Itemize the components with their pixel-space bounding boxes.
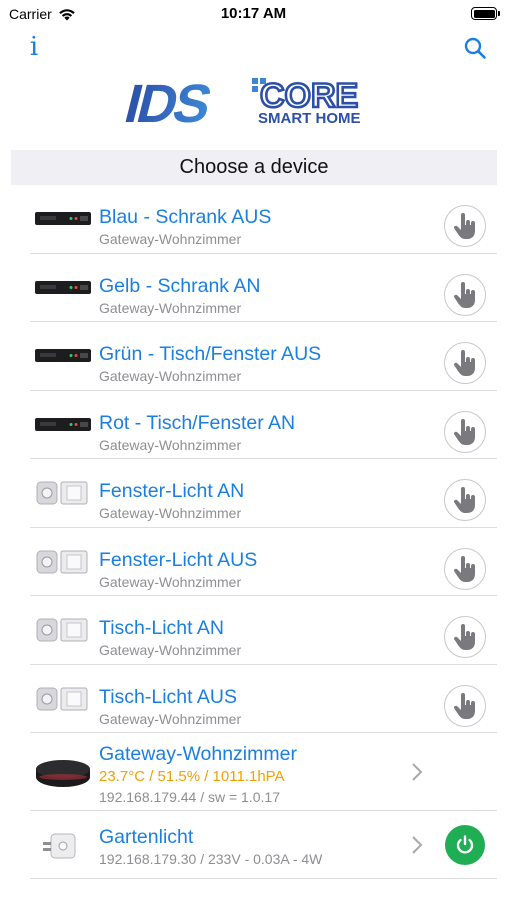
list-item[interactable]: Rot - Tisch/Fenster AN Gateway-Wohnzimme… bbox=[0, 391, 507, 459]
hand-tap-icon bbox=[453, 350, 475, 376]
device-title: Fenster-Licht AUS bbox=[99, 548, 258, 571]
trigger-button[interactable] bbox=[444, 616, 486, 658]
list-item[interactable]: Tisch-Licht AN Gateway-Wohnzimmer bbox=[0, 596, 507, 665]
gateway-hub-icon bbox=[36, 760, 90, 787]
hand-tap-icon bbox=[453, 624, 475, 650]
device-title: Blau - Schrank AUS bbox=[99, 206, 272, 228]
device-title: Fenster-Licht AN bbox=[99, 480, 245, 502]
plug-network: 192.168.179.30 / 233V - 0.03A - 4W bbox=[99, 851, 323, 867]
device-title: Tisch-Licht AN bbox=[99, 617, 224, 639]
socket-switch-icon bbox=[36, 687, 88, 710]
list-item[interactable]: Tisch-Licht AUS Gateway-Wohnzimmer bbox=[0, 665, 507, 733]
device-title: Gelb - Schrank AN bbox=[99, 274, 261, 297]
device-subtitle: Gateway-Wohnzimmer bbox=[99, 710, 242, 727]
power-toggle-button[interactable] bbox=[445, 825, 485, 865]
list-item[interactable]: Fenster-Licht AUS Gateway-Wohnzimmer bbox=[0, 528, 507, 596]
device-subtitle: Gateway-Wohnzimmer bbox=[99, 368, 242, 384]
svg-text:SMART HOME: SMART HOME bbox=[258, 110, 361, 127]
socket-switch-icon bbox=[36, 618, 88, 642]
gateway-climate: 23.7°C / 51.5% / 1011.1hPA bbox=[99, 768, 285, 785]
hand-tap-icon bbox=[453, 281, 475, 308]
trigger-button[interactable] bbox=[444, 273, 486, 316]
trigger-button[interactable] bbox=[444, 205, 486, 247]
chevron-right-icon bbox=[412, 763, 423, 781]
power-icon bbox=[456, 835, 474, 854]
trigger-button[interactable] bbox=[444, 684, 486, 727]
trigger-button[interactable] bbox=[444, 547, 486, 590]
battery-icon bbox=[471, 7, 500, 20]
list-item[interactable]: Blau - Schrank AUS Gateway-Wohnzimmer bbox=[0, 185, 507, 254]
device-subtitle: Gateway-Wohnzimmer bbox=[99, 299, 242, 316]
device-subtitle: Gateway-Wohnzimmer bbox=[99, 573, 242, 590]
ids-core-logo: IDS CORE SMART HOME bbox=[119, 74, 361, 132]
list-item[interactable]: Gelb - Schrank AN Gateway-Wohnzimmer bbox=[0, 254, 507, 322]
hand-tap-icon bbox=[453, 487, 475, 513]
trigger-button[interactable] bbox=[444, 479, 486, 521]
list-item[interactable]: Fenster-Licht AN Gateway-Wohnzimmer bbox=[0, 459, 507, 528]
remote-icon bbox=[35, 417, 91, 431]
status-bar: Carrier 10:17 AM bbox=[0, 0, 507, 28]
device-title: Rot - Tisch/Fenster AN bbox=[99, 411, 296, 434]
gateway-title: Gateway-Wohnzimmer bbox=[99, 743, 297, 765]
socket-switch-icon bbox=[36, 550, 88, 573]
remote-icon bbox=[35, 212, 91, 225]
status-time: 10:17 AM bbox=[220, 5, 287, 22]
trigger-button[interactable] bbox=[444, 342, 486, 384]
hand-tap-icon bbox=[453, 213, 475, 239]
remote-icon bbox=[35, 280, 91, 294]
device-subtitle: Gateway-Wohnzimmer bbox=[99, 436, 242, 453]
svg-text:IDS: IDS bbox=[119, 74, 217, 132]
gateway-network: 192.168.179.44 / sw = 1.0.17 bbox=[99, 789, 280, 805]
remote-icon bbox=[35, 349, 91, 362]
device-subtitle: Gateway-Wohnzimmer bbox=[99, 231, 242, 247]
device-subtitle: Gateway-Wohnzimmer bbox=[99, 642, 242, 658]
device-title: Tisch-Licht AUS bbox=[99, 685, 237, 708]
trigger-button[interactable] bbox=[444, 410, 486, 453]
plug-title: Gartenlicht bbox=[99, 826, 194, 848]
chevron-right-icon bbox=[412, 836, 423, 854]
hand-tap-icon bbox=[453, 418, 475, 445]
hand-tap-icon bbox=[453, 692, 475, 719]
plug-row[interactable]: Gartenlicht 192.168.179.30 / 233V - 0.03… bbox=[0, 811, 507, 879]
list-item[interactable]: Grün - Tisch/Fenster AUS Gateway-Wohnzim… bbox=[0, 322, 507, 391]
hand-tap-icon bbox=[453, 555, 475, 582]
smart-plug-icon bbox=[43, 833, 76, 859]
device-subtitle: Gateway-Wohnzimmer bbox=[99, 505, 242, 521]
device-list: Blau - Schrank AUS Gateway-Wohnzimmer Ge… bbox=[0, 185, 507, 879]
info-button[interactable]: i bbox=[22, 32, 46, 62]
nav-bar: i bbox=[0, 28, 507, 68]
section-header: Choose a device bbox=[11, 150, 497, 185]
gateway-row[interactable]: Gateway-Wohnzimmer 23.7°C / 51.5% / 1011… bbox=[0, 733, 507, 811]
device-title: Grün - Tisch/Fenster AUS bbox=[99, 343, 322, 365]
socket-switch-icon bbox=[36, 481, 88, 505]
search-icon[interactable] bbox=[463, 36, 487, 60]
